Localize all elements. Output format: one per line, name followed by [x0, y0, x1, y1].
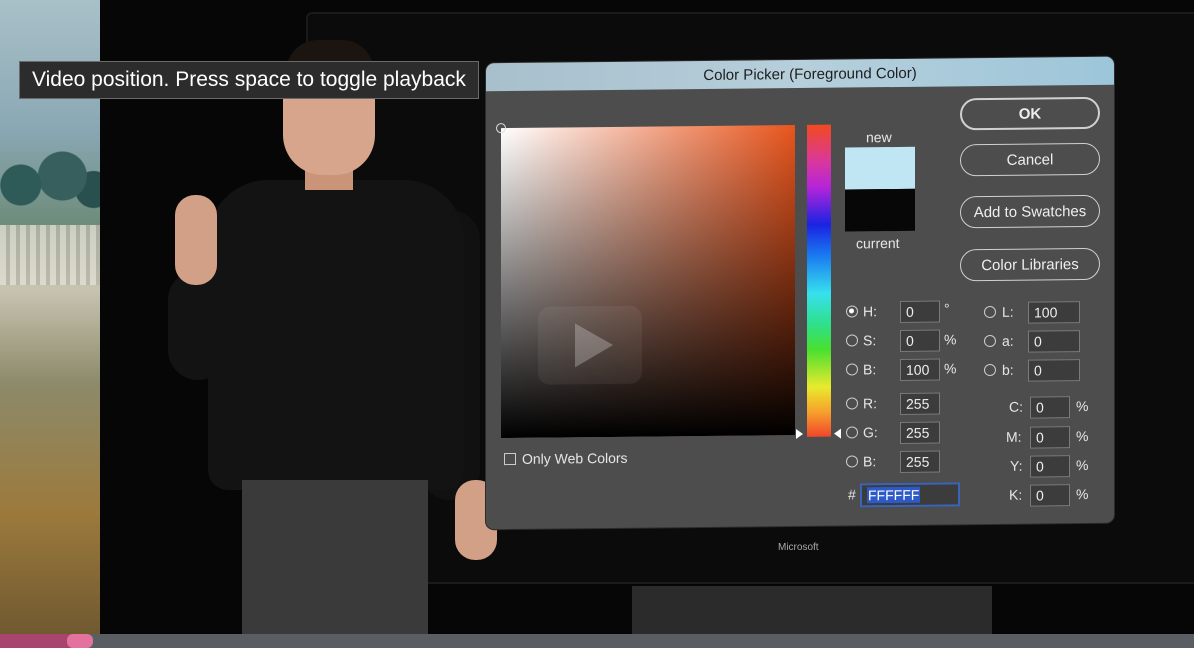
b-unit: %	[944, 360, 957, 377]
y-input[interactable]: 0	[1030, 455, 1070, 478]
current-color-swatch[interactable]	[845, 188, 915, 232]
presenter-arm-left	[168, 270, 228, 380]
ok-button[interactable]: OK	[960, 96, 1100, 131]
video-frame[interactable]: Microsoft Color Picker (Foreground Color…	[0, 0, 1194, 648]
radio-b[interactable]	[846, 363, 858, 376]
h-input[interactable]: 0	[900, 300, 940, 323]
play-icon	[575, 322, 613, 368]
r-input[interactable]: 255	[900, 392, 940, 415]
s-unit: %	[944, 331, 957, 348]
video-position-tooltip: Video position. Press space to toggle pl…	[19, 61, 479, 99]
y-unit: %	[1076, 456, 1089, 474]
color-field[interactable]	[501, 125, 795, 439]
only-web-colors-label: Only Web Colors	[522, 449, 628, 467]
hue-slider-right-arrow-icon[interactable]	[834, 428, 841, 439]
l-input[interactable]: 100	[1028, 301, 1080, 324]
k-label: K:	[1009, 486, 1023, 503]
lab-b-input[interactable]: 0	[1028, 359, 1080, 382]
video-progress-bar[interactable]	[0, 634, 1194, 648]
h-unit: °	[944, 300, 950, 317]
k-input[interactable]: 0	[1030, 484, 1070, 507]
g-input[interactable]: 255	[900, 421, 940, 444]
l-label: L:	[1002, 303, 1014, 320]
brightness-input[interactable]: 100	[900, 358, 940, 381]
presenter-torso	[208, 180, 464, 490]
s-label: S:	[863, 332, 877, 349]
only-web-colors-checkbox[interactable]	[504, 452, 516, 466]
hue-slider-left-arrow-icon[interactable]	[796, 428, 803, 440]
m-label: M:	[1006, 428, 1022, 445]
a-label: a:	[1002, 332, 1014, 349]
r-label: R:	[863, 395, 877, 412]
radio-g[interactable]	[846, 426, 858, 439]
new-color-swatch[interactable]	[845, 146, 915, 190]
color-libraries-button[interactable]: Color Libraries	[960, 247, 1100, 282]
hue-slider[interactable]	[807, 124, 831, 437]
radio-blue[interactable]	[846, 455, 858, 468]
hex-value: FFFFFF	[867, 486, 921, 504]
g-label: G:	[863, 424, 878, 441]
blue-input[interactable]: 255	[900, 450, 940, 473]
y-label: Y:	[1010, 457, 1023, 474]
add-to-swatches-button[interactable]: Add to Swatches	[960, 194, 1100, 229]
radio-l[interactable]	[984, 305, 996, 319]
video-progress-handle[interactable]	[67, 634, 93, 648]
blue-label: B:	[863, 453, 877, 470]
radio-r[interactable]	[846, 397, 858, 410]
presenter-legs	[242, 480, 428, 640]
radio-a[interactable]	[984, 334, 996, 348]
dialog-titlebar[interactable]: Color Picker (Foreground Color)	[486, 56, 1114, 92]
a-input[interactable]: 0	[1028, 330, 1080, 353]
k-unit: %	[1076, 485, 1089, 503]
play-button[interactable]	[538, 305, 642, 385]
hex-input[interactable]: FFFFFF	[860, 482, 960, 508]
c-label: C:	[1009, 398, 1023, 415]
radio-s[interactable]	[846, 334, 858, 347]
dialog-title: Color Picker (Foreground Color)	[703, 64, 917, 84]
current-color-label: current	[856, 234, 900, 252]
b-label: B:	[863, 361, 877, 378]
m-unit: %	[1076, 427, 1089, 445]
color-field-cursor[interactable]	[496, 123, 506, 134]
cancel-button[interactable]: Cancel	[960, 142, 1100, 177]
m-input[interactable]: 0	[1030, 426, 1070, 449]
hex-label: #	[848, 486, 856, 503]
c-unit: %	[1076, 397, 1089, 415]
new-color-label: new	[866, 129, 892, 146]
h-label: H:	[863, 303, 877, 320]
s-input[interactable]: 0	[900, 329, 940, 352]
presenter-hand-left	[175, 195, 217, 285]
radio-lab-b[interactable]	[984, 363, 996, 377]
color-picker-dialog: Color Picker (Foreground Color) new curr…	[486, 56, 1114, 530]
lab-b-label: b:	[1002, 361, 1014, 378]
c-input[interactable]: 0	[1030, 396, 1070, 419]
radio-h[interactable]	[846, 305, 858, 318]
